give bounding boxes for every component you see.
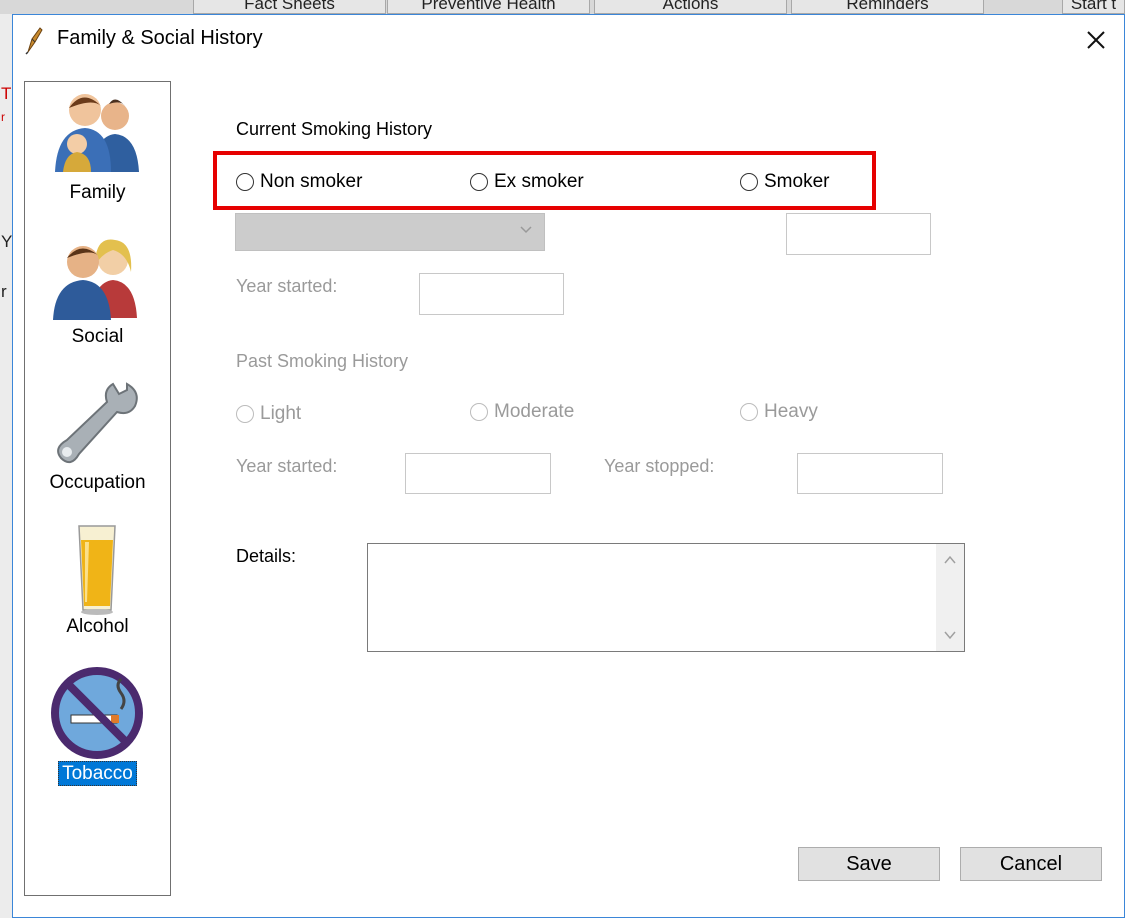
past-year-started-input[interactable] [405, 453, 551, 494]
background-tab: Fact Sheets [193, 0, 386, 14]
background-fragment: T [1, 84, 12, 103]
background-tab: Preventive Health [387, 0, 590, 14]
smoking-amount-select[interactable] [235, 213, 545, 251]
chevron-down-icon [520, 226, 532, 234]
sidebar-item-occupation[interactable]: Occupation [24, 376, 171, 500]
past-smoking-heading: Past Smoking History [236, 351, 409, 371]
quill-pen-icon [25, 27, 43, 55]
sidebar-item-label: Tobacco [24, 761, 171, 786]
family-social-history-dialog [12, 14, 1125, 918]
current-smoking-heading: Current Smoking History [236, 119, 433, 139]
radio-heavy[interactable]: Heavy [740, 401, 818, 423]
cancel-button[interactable]: Cancel [960, 847, 1102, 881]
save-button[interactable]: Save [798, 847, 940, 881]
selected-label-text: Tobacco [58, 761, 137, 786]
background-fragment: Y [1, 232, 13, 251]
radio-smoker[interactable]: Smoker [740, 171, 829, 193]
sidebar-item-family[interactable]: Family [24, 86, 171, 210]
sidebar-item-label: Family [69, 182, 126, 203]
dialog-title: Family & Social History [57, 27, 263, 49]
sidebar-item-label: Social [71, 326, 124, 347]
year-stopped-label: Year stopped: [604, 456, 715, 476]
radio-label: Light [260, 403, 302, 424]
close-icon[interactable] [1076, 20, 1116, 60]
radio-moderate[interactable]: Moderate [470, 401, 574, 423]
radio-light[interactable]: Light [236, 403, 301, 425]
details-scrollbar[interactable] [936, 544, 964, 651]
radio-label: Smoker [764, 171, 830, 192]
sidebar-item-label: Alcohol [66, 616, 129, 637]
social-icon [53, 239, 137, 320]
background-tab: Actions [594, 0, 787, 14]
radio-circle[interactable] [236, 405, 254, 423]
radio-label: Moderate [494, 401, 575, 422]
radio-ex-smoker[interactable]: Ex smoker [470, 171, 584, 193]
radio-label: Non smoker [260, 171, 363, 192]
smoking-amount-field[interactable] [786, 213, 931, 255]
no-smoking-icon [51, 667, 143, 759]
radio-circle[interactable] [740, 403, 758, 421]
sidebar-item-tobacco[interactable]: Tobacco [24, 665, 171, 791]
radio-circle[interactable] [470, 173, 488, 191]
radio-circle[interactable] [470, 403, 488, 421]
wrench-icon [57, 382, 138, 464]
details-label: Details: [236, 546, 297, 566]
sidebar-item-alcohol[interactable]: Alcohol [24, 520, 171, 644]
family-icon [55, 94, 139, 172]
background-fragment: r [1, 282, 7, 301]
details-textarea[interactable] [367, 543, 965, 652]
background-tab: Start t [1062, 0, 1125, 14]
radio-label: Heavy [764, 401, 818, 422]
radio-non-smoker[interactable]: Non smoker [236, 171, 362, 193]
radio-label: Ex smoker [494, 171, 584, 192]
background-tab: Reminders [791, 0, 984, 14]
year-stopped-input[interactable] [797, 453, 943, 494]
scroll-down-icon[interactable] [942, 627, 958, 643]
past-year-started-label: Year started: [236, 456, 338, 476]
radio-circle[interactable] [740, 173, 758, 191]
background-app-toolbar: Fact Sheets Preventive Health Actions Re… [0, 0, 1125, 15]
sidebar-item-label: Occupation [49, 472, 146, 493]
year-started-label: Year started: [236, 276, 338, 296]
scroll-up-icon[interactable] [942, 552, 958, 568]
current-year-started-input[interactable] [419, 273, 564, 315]
radio-circle[interactable] [236, 173, 254, 191]
sidebar-item-social[interactable]: Social [24, 232, 171, 354]
background-fragment: r [1, 110, 5, 124]
beer-icon [78, 525, 116, 615]
